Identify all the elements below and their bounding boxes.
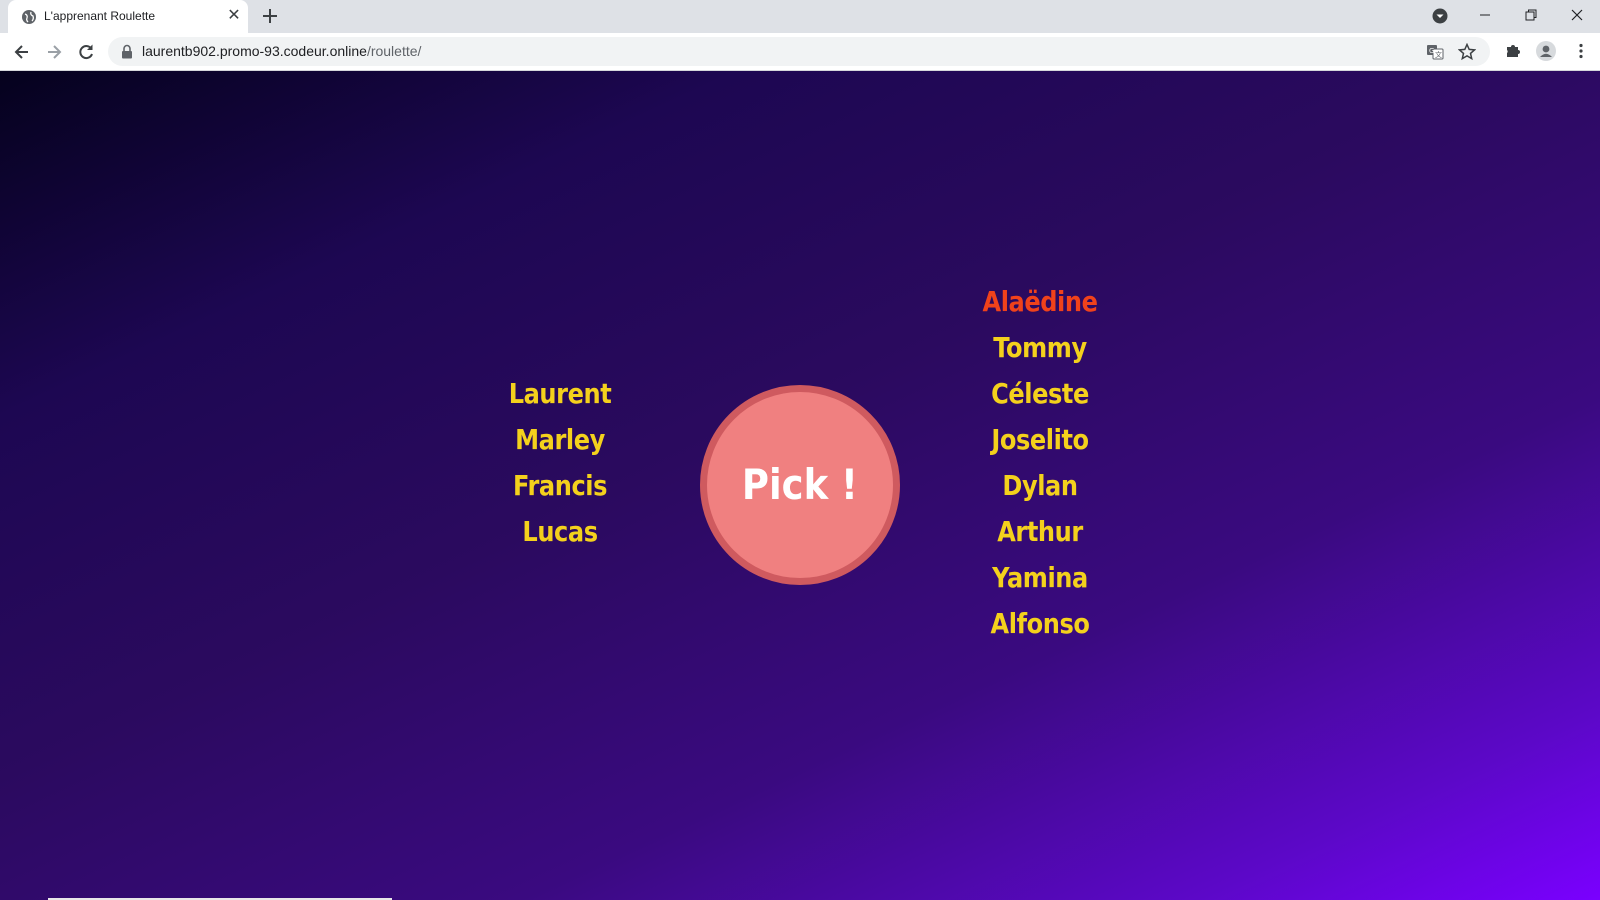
pick-button[interactable]: Pick !	[700, 385, 900, 585]
left-name-list: Laurent Marley Francis Lucas	[480, 371, 640, 555]
name-item: Tommy	[993, 331, 1087, 364]
name-item: Francis	[512, 469, 608, 502]
minimize-button[interactable]	[1462, 0, 1508, 30]
extensions-puzzle-icon[interactable]	[1504, 42, 1522, 60]
url-host: laurentb902.promo-93.codeur.online	[142, 43, 367, 59]
pick-button-label: Pick !	[742, 460, 858, 509]
tab-title: L'apprenant Roulette	[44, 9, 156, 23]
reload-icon[interactable]	[76, 42, 96, 62]
address-bar[interactable]: laurentb902.promo-93.codeur.online/roule…	[108, 37, 1490, 66]
forward-icon[interactable]	[44, 42, 64, 62]
name-item: Arthur	[997, 515, 1083, 548]
name-item: Céleste	[991, 377, 1089, 410]
name-item: Laurent	[508, 377, 612, 410]
bookmark-star-icon[interactable]	[1458, 43, 1476, 61]
restore-button[interactable]	[1508, 0, 1554, 30]
tab-search-icon[interactable]	[1432, 8, 1448, 24]
lock-icon[interactable]	[120, 44, 134, 59]
tab-strip: L'apprenant Roulette ✕	[0, 0, 1600, 33]
name-item: Alfonso	[990, 607, 1090, 640]
right-name-list: Alaëdine Tommy Céleste Joselito Dylan Ar…	[940, 279, 1140, 647]
close-tab-icon[interactable]: ✕	[226, 8, 242, 24]
close-window-button[interactable]	[1554, 0, 1600, 30]
url-path: /roulette/	[366, 43, 422, 59]
restore-icon	[1525, 9, 1537, 21]
profile-avatar-icon[interactable]	[1536, 41, 1556, 61]
globe-icon	[22, 10, 36, 24]
svg-text:文: 文	[1435, 50, 1442, 59]
svg-text:G: G	[1429, 47, 1434, 55]
url-text[interactable]: laurentb902.promo-93.codeur.online/roule…	[142, 43, 421, 59]
new-tab-icon[interactable]	[260, 6, 280, 26]
browser-toolbar: laurentb902.promo-93.codeur.online/roule…	[0, 33, 1600, 71]
kebab-menu-icon[interactable]	[1572, 42, 1590, 60]
minimize-icon	[1480, 14, 1490, 16]
close-icon	[1571, 9, 1583, 21]
back-icon[interactable]	[12, 42, 32, 62]
name-item: Marley	[515, 423, 605, 456]
roulette-page: Laurent Marley Francis Lucas Pick ! Alaë…	[0, 71, 1600, 900]
picked-name-item: Alaëdine	[982, 285, 1098, 318]
name-item: Yamina	[992, 561, 1088, 594]
translate-icon[interactable]: G 文	[1426, 43, 1444, 61]
name-item: Dylan	[1002, 469, 1078, 502]
browser-tab[interactable]: L'apprenant Roulette ✕	[8, 0, 248, 33]
name-item: Lucas	[522, 515, 598, 548]
name-item: Joselito	[991, 423, 1089, 456]
